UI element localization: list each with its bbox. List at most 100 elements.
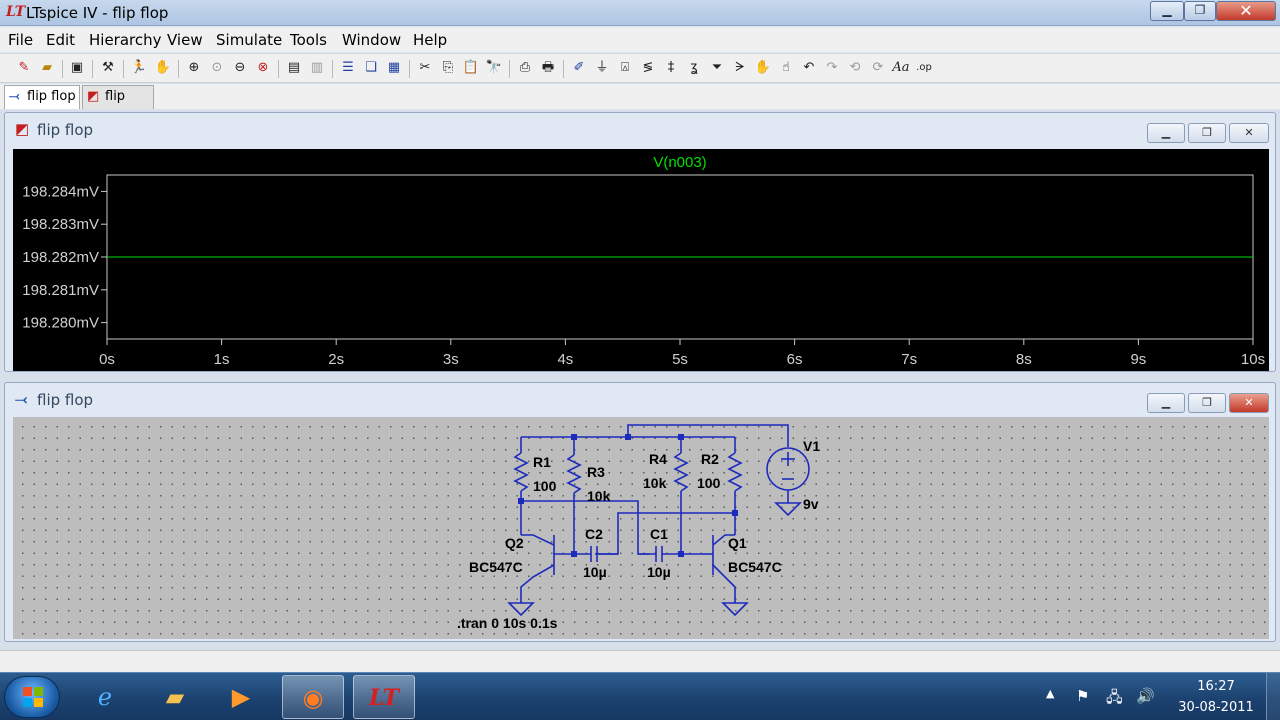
schematic-drawing[interactable]: R1 100 R3 10k R4 10k R2 100 V1 9v C2 10µ…	[13, 417, 1269, 639]
menu-tools[interactable]: Tools	[290, 31, 327, 49]
print-icon[interactable]: 🖶	[538, 58, 558, 78]
v1-value[interactable]: 9v	[803, 496, 819, 512]
resistor-r3[interactable]	[566, 454, 582, 494]
v1-name[interactable]: V1	[803, 438, 820, 454]
schematic-canvas[interactable]: R1 100 R3 10k R4 10k R2 100 V1 9v C2 10µ…	[13, 417, 1269, 639]
spice-directive[interactable]: .tran 0 10s 0.1s	[457, 615, 558, 631]
schematic-close-button[interactable]: ✕	[1229, 393, 1269, 413]
menu-view[interactable]: View	[167, 31, 203, 49]
schematic-maximize-button[interactable]: ❐	[1188, 393, 1226, 413]
resistor-r4[interactable]	[673, 452, 689, 492]
transistor-q2[interactable]	[521, 534, 555, 546]
paste-icon[interactable]: 📋	[461, 58, 481, 78]
zoom-in-icon[interactable]: ⊕	[184, 58, 204, 78]
tile-vertical-icon[interactable]: ▦	[384, 58, 404, 78]
ltspice-icon[interactable]: LT	[353, 675, 415, 719]
menu-window[interactable]: Window	[342, 31, 401, 49]
redo-icon[interactable]: ↷	[822, 58, 842, 78]
undo-icon[interactable]: ↶	[799, 58, 819, 78]
tab-waveform[interactable]: ◩flip flop	[82, 85, 154, 126]
copy-icon[interactable]: ⎘	[438, 58, 458, 78]
media-player-icon[interactable]: ▶	[210, 675, 272, 719]
waveform-plot[interactable]: V(n003) 198.284mV 198.283mV 198.282mV 198.2…	[13, 149, 1269, 371]
r1-value[interactable]: 100	[533, 478, 557, 494]
close-button[interactable]: ✕	[1216, 1, 1276, 21]
firefox-icon[interactable]: ◉	[282, 675, 344, 719]
control-panel-icon[interactable]: ⚒	[98, 58, 118, 78]
zoom-out-icon[interactable]: ⊖	[230, 58, 250, 78]
resistor-r2[interactable]	[727, 452, 743, 492]
resistor-icon[interactable]: ≶	[638, 58, 658, 78]
c1-value[interactable]: 10µ	[647, 564, 671, 580]
move-icon[interactable]: ✋	[753, 58, 773, 78]
tab-schematic[interactable]: ⤙ flip flop	[4, 85, 80, 109]
run-icon[interactable]: 🏃	[129, 58, 149, 78]
autorange-icon[interactable]: ▤	[284, 58, 304, 78]
drag-icon[interactable]: ☝	[776, 58, 796, 78]
zoom-cancel-icon[interactable]: ⊗	[253, 58, 273, 78]
tray-expand-icon[interactable]: ▲	[1046, 687, 1054, 700]
capacitor-icon[interactable]: ‡	[661, 58, 681, 78]
print-setup-icon[interactable]: ⎙	[515, 58, 535, 78]
r2-name[interactable]: R2	[701, 451, 719, 467]
diode-icon[interactable]: ⏷	[707, 58, 727, 78]
c2-name[interactable]: C2	[585, 526, 603, 542]
cascade-icon[interactable]: ❏	[361, 58, 381, 78]
menu-file[interactable]: File	[8, 31, 33, 49]
q1-name[interactable]: Q1	[728, 535, 747, 551]
waveform-plot-svg[interactable]: V(n003) 198.284mV198.283mV198.282mV198.2…	[13, 149, 1269, 371]
q2-value[interactable]: BC547C	[469, 559, 523, 575]
grid-icon[interactable]: ▥	[307, 58, 327, 78]
r4-name[interactable]: R4	[649, 451, 667, 467]
q1-value[interactable]: BC547C	[728, 559, 782, 575]
minimize-button[interactable]: ▁	[1150, 1, 1184, 21]
open-icon[interactable]: ▰	[37, 58, 57, 78]
inductor-icon[interactable]: ʓ	[684, 58, 704, 78]
component-icon[interactable]: ᗒ	[730, 58, 750, 78]
label-icon[interactable]: ⍓	[615, 58, 635, 78]
maximize-button[interactable]: ❐	[1184, 1, 1216, 21]
menu-simulate[interactable]: Simulate	[216, 31, 282, 49]
resistor-r1[interactable]	[513, 452, 529, 492]
c2-value[interactable]: 10µ	[583, 564, 607, 580]
halt-icon[interactable]: ✋	[153, 58, 173, 78]
text-icon[interactable]: Aa	[891, 58, 911, 78]
r3-value[interactable]: 10k	[587, 488, 611, 504]
r1-name[interactable]: R1	[533, 454, 551, 470]
action-center-flag-icon[interactable]: ⚑	[1076, 687, 1089, 705]
cut-icon[interactable]: ✂	[415, 58, 435, 78]
volume-icon[interactable]: 🔊	[1136, 687, 1155, 705]
spice-directive-icon[interactable]: .op	[914, 58, 934, 78]
show-desktop-button[interactable]	[1266, 673, 1280, 720]
r3-name[interactable]: R3	[587, 464, 605, 480]
new-schematic-icon[interactable]: ✎	[14, 58, 34, 78]
x-tick-label: 9s	[1130, 351, 1146, 368]
save-icon[interactable]: ▣	[67, 58, 87, 78]
ground-icon[interactable]: ⏚	[592, 58, 612, 78]
internet-explorer-icon[interactable]: ℯ	[74, 675, 136, 719]
explorer-folder-icon[interactable]: ▰	[144, 675, 206, 719]
c1-name[interactable]: C1	[650, 526, 668, 542]
find-icon[interactable]: 🔭	[484, 58, 504, 78]
rotate-icon[interactable]: ⟲	[845, 58, 865, 78]
pan-icon[interactable]: ⊙	[207, 58, 227, 78]
tile-horizontal-icon[interactable]: ☰	[338, 58, 358, 78]
menu-help[interactable]: Help	[413, 31, 447, 49]
network-icon[interactable]: 🖧	[1106, 687, 1123, 712]
menu-hierarchy[interactable]: Hierarchy	[89, 31, 162, 49]
trace-label[interactable]: V(n003)	[653, 154, 706, 171]
schematic-minimize-button[interactable]: ▁	[1147, 393, 1185, 413]
mirror-icon[interactable]: ⟳	[868, 58, 888, 78]
waveform-minimize-button[interactable]: ▁	[1147, 123, 1185, 143]
transistor-q2[interactable]	[520, 564, 555, 603]
wire-icon[interactable]: ✐	[569, 58, 589, 78]
start-button[interactable]	[4, 676, 60, 718]
clock-time[interactable]: 16:27	[1190, 679, 1242, 694]
menu-edit[interactable]: Edit	[46, 31, 75, 49]
r4-value[interactable]: 10k	[643, 475, 667, 491]
clock-date[interactable]: 30-08-2011	[1172, 700, 1260, 715]
waveform-maximize-button[interactable]: ❐	[1188, 123, 1226, 143]
waveform-close-button[interactable]: ✕	[1229, 123, 1269, 143]
r2-value[interactable]: 100	[697, 475, 721, 491]
q2-name[interactable]: Q2	[505, 535, 524, 551]
